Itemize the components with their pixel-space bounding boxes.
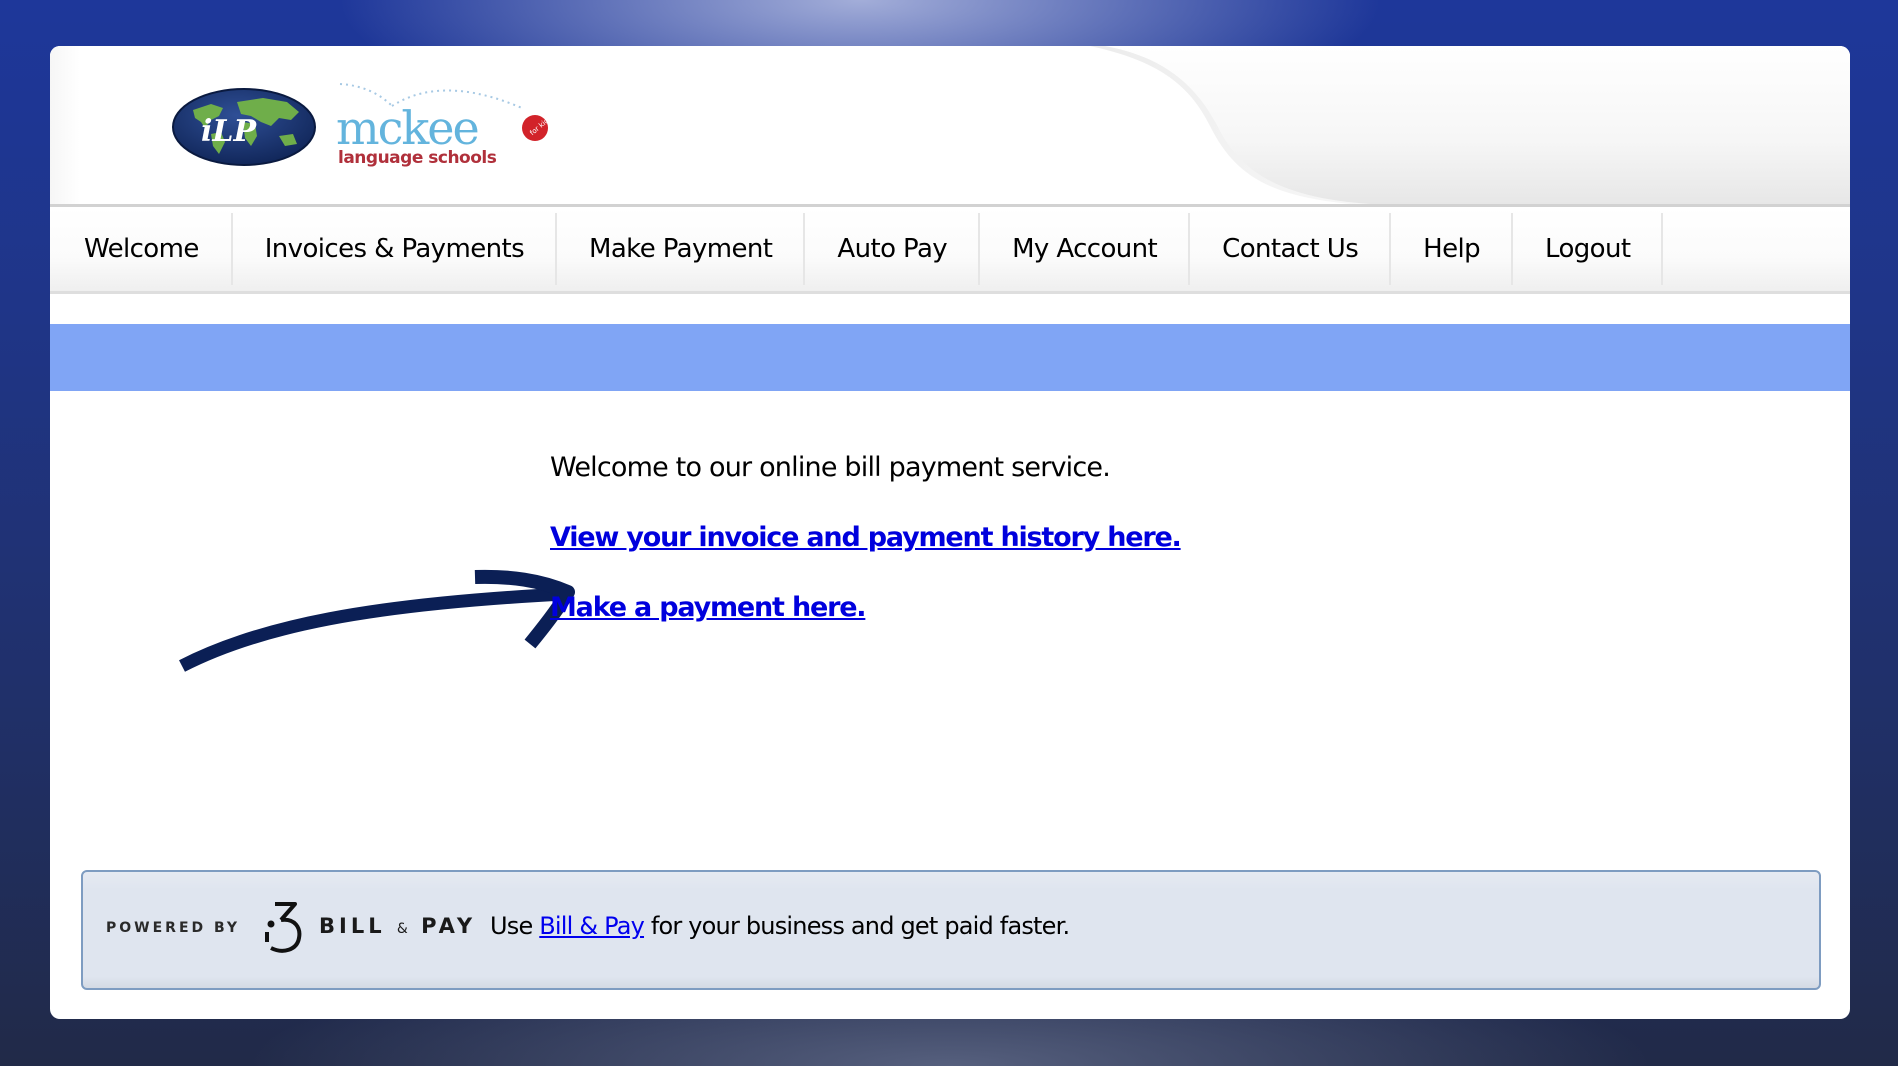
nav-item-make-payment[interactable]: Make Payment	[557, 213, 806, 285]
site-header: iLP mckee for kids language schools	[50, 46, 1850, 207]
nav-item-welcome[interactable]: Welcome	[50, 213, 233, 285]
nav-item-my-account[interactable]: My Account	[980, 213, 1191, 285]
mckee-subtitle: language schools	[338, 148, 497, 168]
brand-bill: BILL	[319, 914, 386, 938]
nav-item-auto-pay[interactable]: Auto Pay	[805, 213, 981, 285]
bill-and-pay-brand: BILL & PAY	[319, 914, 476, 938]
mckee-logo: mckee for kids language schools	[336, 83, 552, 168]
bill-and-pay-link[interactable]: Bill & Pay	[539, 912, 645, 940]
view-invoice-history-link[interactable]: View your invoice and payment history he…	[550, 516, 1182, 560]
powered-by-footer: POWERED BY BILL & PAY Use Bill & Pay for…	[81, 870, 1821, 990]
nav-item-help[interactable]: Help	[1391, 213, 1514, 285]
footer-text-before: Use	[490, 912, 540, 940]
main-content: Welcome to our online bill payment servi…	[550, 446, 1182, 630]
header-swoosh-decoration	[1090, 46, 1850, 204]
ilp-logo-text: iLP	[201, 114, 257, 149]
brand-amp: &	[396, 921, 410, 937]
curved-arrow-right-icon	[179, 569, 575, 672]
page-title-band	[50, 324, 1850, 391]
main-nav: Welcome Invoices & Payments Make Payment…	[50, 207, 1850, 294]
mckee-logo-text: mckee	[336, 101, 478, 155]
nav-item-invoices-payments[interactable]: Invoices & Payments	[233, 213, 558, 285]
ilp-logo: iLP	[172, 88, 316, 166]
welcome-message: Welcome to our online bill payment servi…	[550, 452, 1111, 483]
powered-by-label: POWERED BY	[106, 920, 241, 936]
page-card: iLP mckee for kids language schools Welc…	[50, 46, 1850, 1019]
nav-item-logout[interactable]: Logout	[1513, 213, 1664, 285]
brand-pay: PAY	[421, 914, 477, 938]
footer-text-after: for your business and get paid faster.	[644, 912, 1070, 940]
footer-promo-text: Use Bill & Pay for your business and get…	[490, 912, 1070, 940]
make-payment-link[interactable]: Make a payment here.	[550, 586, 1181, 630]
nav-item-contact-us[interactable]: Contact Us	[1190, 213, 1392, 285]
bill-and-pay-logo-icon	[265, 902, 302, 953]
